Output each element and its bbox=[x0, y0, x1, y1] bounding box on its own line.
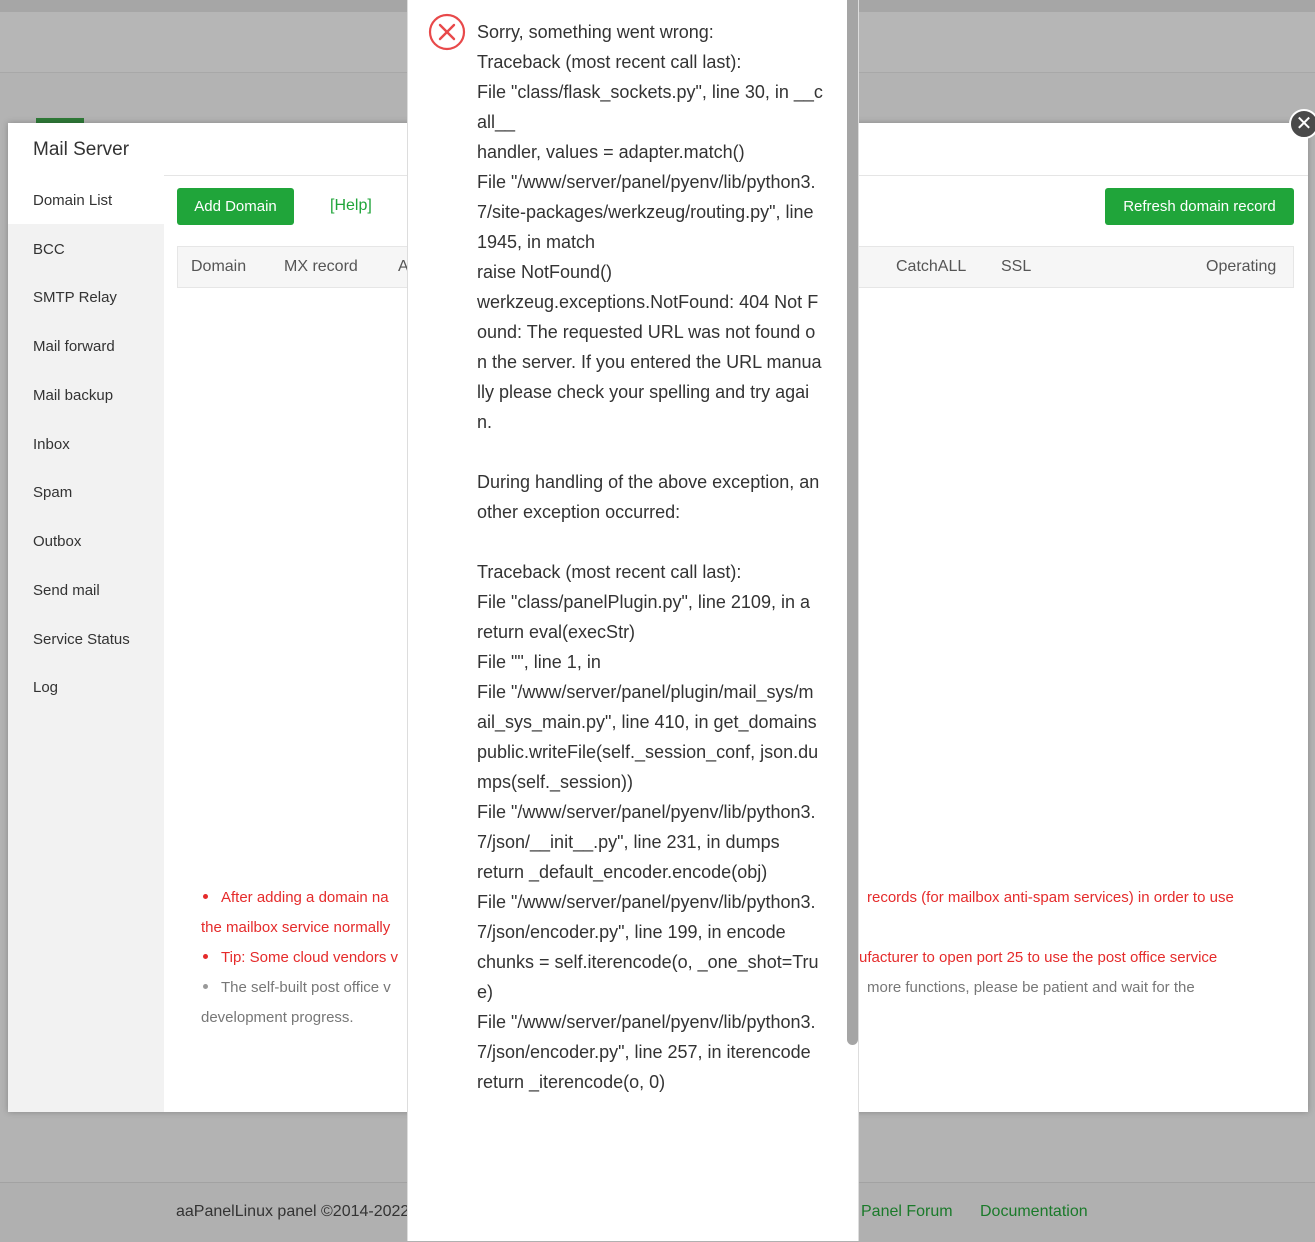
footer-link-forum[interactable]: Panel Forum bbox=[861, 1203, 953, 1221]
sidebar-item-mail-backup[interactable]: Mail backup bbox=[33, 387, 113, 404]
error-message: Sorry, something went wrong: Traceback (… bbox=[477, 22, 823, 1092]
note-text-right: ufacturer to open port 25 to use the pos… bbox=[859, 949, 1218, 966]
column-ssl: SSL bbox=[1001, 258, 1032, 275]
column-operating: Operating bbox=[1206, 258, 1277, 275]
sidebar-item-mail-forward[interactable]: Mail forward bbox=[33, 338, 115, 355]
error-dialog: Sorry, something went wrong: Traceback (… bbox=[407, 0, 859, 1241]
error-x-circle-icon bbox=[428, 13, 466, 51]
close-icon[interactable]: ✕ bbox=[1289, 109, 1315, 139]
add-domain-button[interactable]: Add Domain bbox=[177, 188, 294, 225]
sidebar-item-log[interactable]: Log bbox=[33, 679, 58, 696]
column-domain: Domain bbox=[191, 258, 247, 275]
note-text-right: records (for mailbox anti-spam services)… bbox=[867, 889, 1234, 906]
sidebar-item-send-mail[interactable]: Send mail bbox=[33, 582, 100, 599]
refresh-domain-record-button[interactable]: Refresh domain record bbox=[1105, 188, 1294, 225]
sidebar-item-domain-list[interactable]: Domain List bbox=[33, 192, 112, 209]
sidebar-item-spam[interactable]: Spam bbox=[33, 484, 72, 501]
sidebar-item-outbox[interactable]: Outbox bbox=[33, 533, 81, 550]
sidebar-item-inbox[interactable]: Inbox bbox=[33, 436, 70, 453]
modal-title: Mail Server bbox=[33, 139, 130, 160]
sidebar-item-bcc[interactable]: BCC bbox=[33, 241, 65, 258]
modal-sidebar: Domain List BCC SMTP Relay Mail forward … bbox=[8, 175, 164, 1112]
error-scrollbar[interactable] bbox=[847, 0, 858, 1045]
footer-copyright: aaPanelLinux panel ©2014-2022 bbox=[176, 1203, 410, 1220]
sidebar-item-service-status[interactable]: Service Status bbox=[33, 631, 130, 648]
sidebar-item-smtp-relay[interactable]: SMTP Relay bbox=[33, 289, 117, 306]
footer-link-documentation[interactable]: Documentation bbox=[980, 1203, 1088, 1221]
note-text: After adding a domain na bbox=[221, 889, 389, 906]
note-text-right: more functions, please be patient and wa… bbox=[867, 979, 1195, 996]
help-link[interactable]: [Help] bbox=[330, 197, 372, 215]
column-catchall: CatchALL bbox=[896, 258, 967, 275]
column-mx-record: MX record bbox=[284, 258, 358, 275]
note-text: The self-built post office v bbox=[221, 979, 391, 996]
note-text: Tip: Some cloud vendors v bbox=[221, 949, 399, 966]
